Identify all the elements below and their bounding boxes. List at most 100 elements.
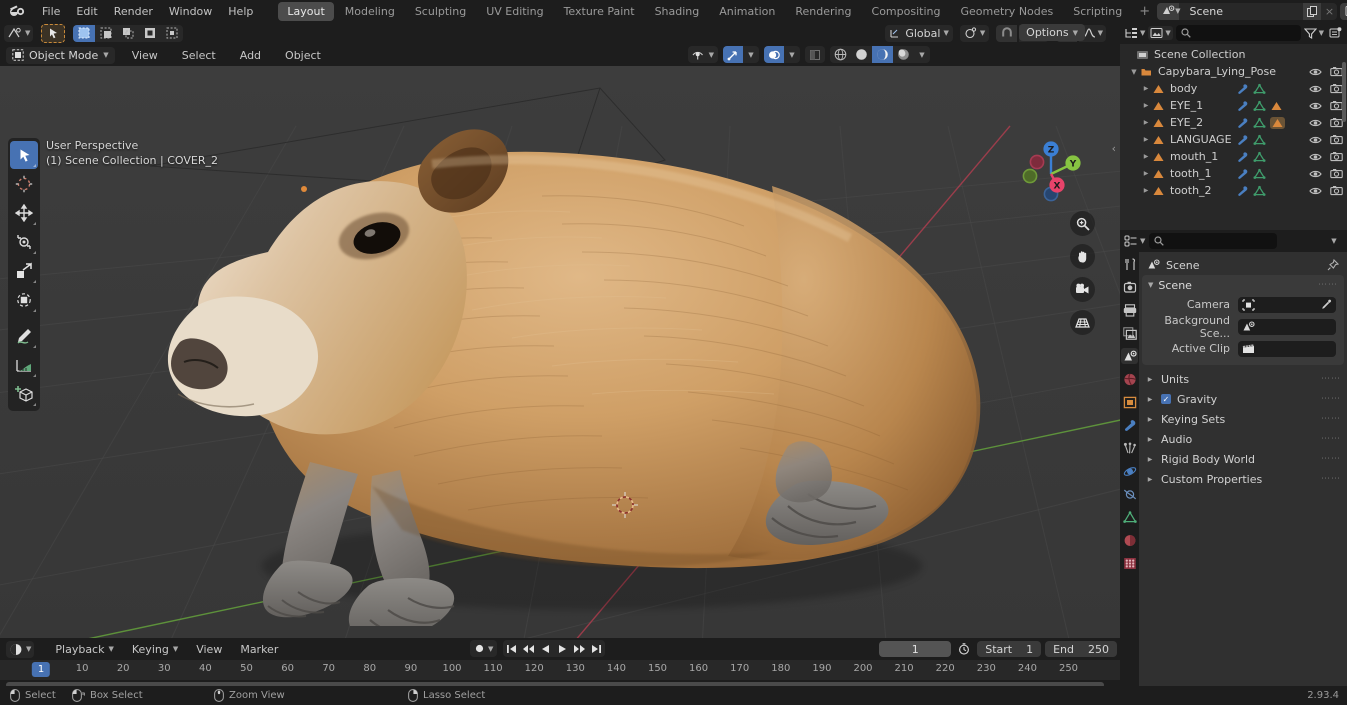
annotate-pencil-tool[interactable] bbox=[10, 322, 38, 350]
jump-to-start-icon[interactable] bbox=[503, 640, 520, 657]
view-layer-selector[interactable]: ▼ RenderLayer × bbox=[1340, 2, 1347, 20]
outliner-scrollbar[interactable] bbox=[1342, 62, 1346, 122]
outliner-filter-button[interactable]: ▼ bbox=[1303, 27, 1324, 39]
workspace-tab-geometry-nodes[interactable]: Geometry Nodes bbox=[951, 2, 1062, 21]
outliner-row-scene-collection[interactable]: Scene Collection bbox=[1120, 46, 1347, 63]
workspace-tab-animation[interactable]: Animation bbox=[710, 2, 784, 21]
timeline-menu-keying[interactable]: Keying ▼ bbox=[125, 641, 185, 658]
frame-start-field[interactable]: Start 1 bbox=[977, 641, 1042, 657]
properties-tab-physics[interactable] bbox=[1121, 463, 1138, 479]
modifier-icon[interactable] bbox=[1236, 83, 1249, 95]
select-set-icon[interactable] bbox=[73, 24, 96, 42]
new-scene-button[interactable] bbox=[1303, 2, 1322, 20]
properties-tab-data[interactable] bbox=[1121, 509, 1138, 525]
panel-units[interactable]: ▶ Units ⋯⋯ bbox=[1139, 369, 1347, 389]
transform-orientation-value[interactable]: Global bbox=[905, 27, 940, 40]
active-clip-field[interactable] bbox=[1238, 340, 1336, 357]
mesh-data-icon[interactable] bbox=[1253, 83, 1266, 95]
play-forward-icon[interactable] bbox=[554, 640, 571, 657]
disclosure-triangle-icon[interactable]: ▶ bbox=[1140, 85, 1152, 92]
cursor-tool[interactable] bbox=[10, 170, 38, 198]
outliner-display-mode-selector[interactable]: ▼ bbox=[1124, 27, 1145, 39]
viewport-menu-add[interactable]: Add bbox=[233, 47, 268, 64]
eye-icon[interactable] bbox=[1309, 101, 1322, 111]
interaction-mode-selector[interactable]: Object Mode ▼ bbox=[6, 46, 115, 64]
properties-tab-modifier[interactable] bbox=[1121, 417, 1138, 433]
properties-tab-particles[interactable] bbox=[1121, 440, 1138, 456]
properties-tab-object[interactable] bbox=[1121, 394, 1138, 410]
tweak-select-box-tool[interactable] bbox=[10, 141, 38, 169]
camera-icon[interactable] bbox=[1330, 151, 1343, 162]
pin-icon[interactable] bbox=[1327, 259, 1339, 271]
modifier-icon[interactable] bbox=[1236, 168, 1249, 180]
workspace-tab-texture-paint[interactable]: Texture Paint bbox=[555, 2, 644, 21]
eye-icon[interactable] bbox=[1309, 84, 1322, 94]
editor-type-caret-icon[interactable]: ▼ bbox=[25, 29, 30, 37]
outliner-id-type-selector[interactable]: ▼ bbox=[1148, 26, 1173, 40]
panel-gravity[interactable]: ▶ ✓ Gravity ⋯⋯ bbox=[1139, 389, 1347, 409]
navigation-gizmo[interactable]: Z Y X bbox=[1018, 138, 1084, 204]
shading-rendered-icon[interactable] bbox=[893, 46, 914, 63]
rotate-tool[interactable] bbox=[10, 228, 38, 256]
properties-options-button[interactable]: ▼ bbox=[1325, 237, 1343, 245]
record-caret-icon[interactable]: ▼ bbox=[488, 645, 493, 653]
properties-tab-output[interactable] bbox=[1121, 302, 1138, 318]
properties-tab-scene[interactable] bbox=[1121, 348, 1138, 364]
add-cube-tool[interactable] bbox=[10, 380, 38, 408]
panel-custom-properties[interactable]: ▶ Custom Properties ⋯⋯ bbox=[1139, 469, 1347, 489]
properties-search-input[interactable] bbox=[1149, 233, 1278, 249]
scene-caret-icon[interactable]: ▼ bbox=[1175, 7, 1183, 15]
workspace-tab-shading[interactable]: Shading bbox=[646, 2, 709, 21]
magnet-icon[interactable] bbox=[996, 24, 1018, 42]
outliner-row-capybara-collection[interactable]: ▼ Capybara_Lying_Pose bbox=[1120, 63, 1347, 80]
shading-material-icon[interactable] bbox=[872, 46, 893, 63]
jump-prev-keyframe-icon[interactable] bbox=[520, 640, 537, 657]
workspace-tab-rendering[interactable]: Rendering bbox=[786, 2, 860, 21]
panel-enable-checkbox[interactable]: ✓ bbox=[1161, 394, 1171, 404]
properties-editor-caret-icon[interactable]: ▼ bbox=[1140, 237, 1145, 245]
zoom-icon[interactable] bbox=[1070, 211, 1095, 236]
eye-icon[interactable] bbox=[1309, 135, 1322, 145]
move-tool[interactable] bbox=[10, 199, 38, 227]
blender-logo-icon[interactable] bbox=[8, 3, 28, 19]
menu-file[interactable]: File bbox=[34, 3, 68, 20]
filter-caret-icon[interactable]: ▼ bbox=[1319, 29, 1324, 37]
material-icon-selected[interactable] bbox=[1270, 116, 1285, 129]
outliner-row-mouth_1[interactable]: ▶ mouth_1 bbox=[1120, 148, 1347, 165]
mesh-data-icon[interactable] bbox=[1253, 134, 1266, 146]
eye-icon[interactable] bbox=[1309, 152, 1322, 162]
outliner-row-eye_2[interactable]: ▶ EYE_2 bbox=[1120, 114, 1347, 131]
viewport-menu-object[interactable]: Object bbox=[278, 47, 328, 64]
timeline-menu-playback[interactable]: Playback ▼ bbox=[48, 641, 120, 658]
eye-icon[interactable] bbox=[1309, 118, 1322, 128]
properties-editor-type[interactable]: ▼ bbox=[1124, 235, 1145, 247]
select-invert-icon[interactable] bbox=[139, 25, 161, 42]
panel-keying-sets[interactable]: ▶ Keying Sets ⋯⋯ bbox=[1139, 409, 1347, 429]
workspace-tab-layout[interactable]: Layout bbox=[278, 1, 334, 21]
outliner-row-language[interactable]: ▶ LANGUAGE bbox=[1120, 131, 1347, 148]
workspace-tab-sculpting[interactable]: Sculpting bbox=[406, 2, 475, 21]
select-intersect-icon[interactable] bbox=[161, 25, 183, 42]
disclosure-triangle-icon[interactable]: ▶ bbox=[1140, 153, 1152, 160]
select-subtract-icon[interactable] bbox=[117, 25, 139, 42]
sidebar-collapse-icon[interactable]: ‹ bbox=[1112, 142, 1116, 155]
timeline-ruler[interactable]: 10 20 30 40 50 60 70 80 90 100 110 120 130 140 150 160 1… bbox=[0, 660, 1120, 680]
properties-tab-material[interactable] bbox=[1121, 532, 1138, 548]
properties-tab-constraints[interactable] bbox=[1121, 486, 1138, 502]
scene-name[interactable]: Scene bbox=[1183, 3, 1303, 20]
disclosure-triangle-icon[interactable]: ▶ bbox=[1140, 102, 1152, 109]
modifier-icon[interactable] bbox=[1236, 151, 1249, 163]
workspace-tab-compositing[interactable]: Compositing bbox=[863, 2, 950, 21]
pivot-caret-icon[interactable]: ▼ bbox=[980, 29, 985, 37]
scale-tool[interactable] bbox=[10, 257, 38, 285]
frame-end-field[interactable]: End 250 bbox=[1045, 641, 1117, 657]
mesh-data-icon[interactable] bbox=[1253, 168, 1266, 180]
properties-tab-tool[interactable] bbox=[1121, 256, 1138, 272]
eye-icon[interactable] bbox=[1309, 186, 1322, 196]
viewport-menu-select[interactable]: Select bbox=[175, 47, 223, 64]
workspace-tab-uv-editing[interactable]: UV Editing bbox=[477, 2, 552, 21]
new-collection-button[interactable] bbox=[1327, 27, 1343, 39]
properties-tab-view-layer[interactable] bbox=[1121, 325, 1138, 341]
3d-viewport[interactable]: User Perspective (1) Scene Collection | … bbox=[0, 66, 1120, 638]
timeline-menu-marker[interactable]: Marker bbox=[233, 641, 285, 658]
